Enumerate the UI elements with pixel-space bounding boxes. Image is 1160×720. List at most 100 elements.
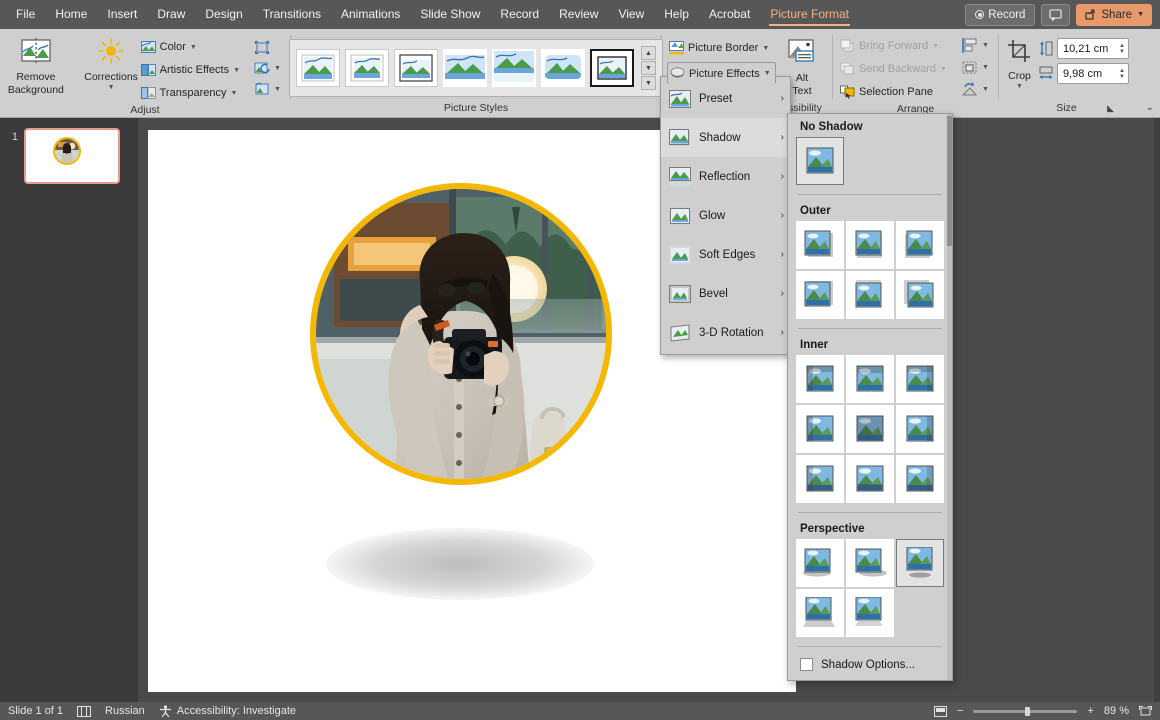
shadow-thumb-icon (904, 230, 936, 260)
artistic-effects-button[interactable]: Artistic Effects ▼ (139, 59, 244, 81)
remove-background-button[interactable]: Remove Background (5, 34, 67, 97)
fx-menu-item-soft-edges[interactable]: Soft Edges › (661, 235, 790, 274)
align-button[interactable]: ▼ (959, 36, 993, 55)
record-button[interactable]: Record (965, 4, 1035, 26)
shadow-option-outer[interactable] (846, 221, 894, 269)
tab-draw[interactable]: Draw (147, 2, 195, 27)
picture-object[interactable] (310, 183, 612, 485)
shadow-option-perspective[interactable] (796, 539, 844, 587)
change-picture-button[interactable]: ▼ (252, 80, 285, 98)
size-dialog-launcher[interactable]: ◣ (1107, 103, 1114, 114)
fx-menu-item-bevel[interactable]: Bevel › (661, 274, 790, 313)
zoom-in-button[interactable]: + (1087, 705, 1093, 717)
tab-picture-format[interactable]: Picture Format (760, 2, 859, 27)
picture-styles-gallery[interactable]: ▲ ▼ ▼ (289, 39, 663, 97)
shadow-option-no-shadow[interactable] (796, 137, 844, 185)
tab-design[interactable]: Design (195, 2, 252, 27)
share-button[interactable]: Share ▼ (1076, 4, 1152, 26)
tab-review[interactable]: Review (549, 2, 608, 27)
width-spinner[interactable]: ▲▼ (1119, 68, 1125, 80)
picture-border-button[interactable]: Picture Border ▼ (667, 37, 773, 59)
shadow-option-inner[interactable] (796, 355, 844, 403)
shadow-option-inner[interactable] (796, 405, 844, 453)
language-label[interactable]: Russian (105, 705, 145, 717)
compress-pictures-button[interactable]: ▼ (252, 59, 285, 77)
picture-style-thumb[interactable] (296, 49, 340, 87)
fx-menu-item-preset[interactable]: Preset › (661, 79, 790, 118)
ribbon-collapse-button[interactable]: ⌄ (1146, 102, 1154, 113)
shadow-option-inner[interactable] (846, 455, 894, 503)
tab-transitions[interactable]: Transitions (253, 2, 331, 27)
shadow-option-inner[interactable] (896, 355, 944, 403)
crop-button[interactable]: Crop ▼ (1004, 35, 1035, 92)
bring-forward-button[interactable]: Bring Forward ▼ (838, 35, 951, 57)
record-label: Record (988, 9, 1025, 21)
picture-style-thumb[interactable] (345, 49, 389, 87)
shadow-option-outer[interactable] (846, 271, 894, 319)
send-backward-button[interactable]: Send Backward ▼ (838, 58, 951, 80)
accessibility-status[interactable]: Accessibility: Investigate (159, 705, 296, 717)
shadow-option-perspective[interactable] (846, 589, 894, 637)
group-objects-button[interactable]: ▼ (959, 58, 993, 77)
shadow-option-outer[interactable] (896, 271, 944, 319)
picture-style-thumb-selected[interactable] (590, 49, 634, 87)
tab-animations[interactable]: Animations (331, 2, 410, 27)
selection-pane-icon (840, 85, 855, 99)
shadow-option-inner[interactable] (796, 455, 844, 503)
gallery-scroll-down-button[interactable]: ▼ (641, 61, 656, 75)
zoom-out-button[interactable]: − (957, 705, 963, 717)
shadow-option-inner[interactable] (896, 405, 944, 453)
shadow-option-perspective[interactable] (796, 589, 844, 637)
picture-styles-scroll[interactable]: ▲ ▼ ▼ (641, 46, 656, 90)
transparency-button[interactable]: Transparency ▼ (139, 82, 244, 104)
fit-slide-icon[interactable] (1139, 705, 1152, 717)
shadow-option-inner[interactable] (896, 455, 944, 503)
shadow-option-inner[interactable] (846, 355, 894, 403)
corrections-button[interactable]: Corrections ▼ (84, 34, 139, 93)
shadow-option-outer[interactable] (796, 221, 844, 269)
reset-picture-button[interactable] (252, 38, 285, 56)
notes-icon[interactable] (77, 706, 91, 717)
normal-view-icon[interactable] (934, 706, 947, 717)
picture-style-thumb[interactable] (492, 49, 536, 87)
tab-view[interactable]: View (608, 2, 654, 27)
shape-width-input[interactable]: 9,98 cm ▲▼ (1057, 63, 1129, 84)
gallery-scroll-up-button[interactable]: ▲ (641, 46, 656, 60)
preset-icon (669, 90, 691, 108)
fx-menu-item-reflection[interactable]: Reflection › (661, 157, 790, 196)
shadow-option-inner[interactable] (846, 405, 894, 453)
slide-list-item-1[interactable]: 1 (0, 118, 138, 184)
fx-menu-item-glow[interactable]: Glow › (661, 196, 790, 235)
canvas-vertical-scrollbar[interactable] (1154, 118, 1160, 702)
shape-height-input[interactable]: 10,21 cm ▲▼ (1057, 38, 1129, 59)
shadow-gallery-scrollbar[interactable] (947, 114, 952, 680)
slide-thumbnail-panel: 1 (0, 118, 138, 702)
tab-slide-show[interactable]: Slide Show (410, 2, 490, 27)
picture-effects-button[interactable]: Picture Effects ▼ (667, 62, 776, 84)
fx-menu-item-3d-rotation[interactable]: 3-D Rotation › (661, 313, 790, 352)
rotate-button[interactable]: ▼ (959, 80, 993, 99)
picture-style-thumb[interactable] (541, 49, 585, 87)
comments-button[interactable] (1041, 4, 1070, 26)
height-spinner[interactable]: ▲▼ (1119, 43, 1125, 55)
tab-record[interactable]: Record (490, 2, 549, 27)
selection-pane-button[interactable]: Selection Pane (838, 81, 951, 103)
shadow-option-outer[interactable] (796, 271, 844, 319)
tab-insert[interactable]: Insert (97, 2, 147, 27)
tab-home[interactable]: Home (45, 2, 97, 27)
fx-menu-item-shadow[interactable]: Shadow › (661, 118, 790, 157)
shadow-options-item[interactable]: Shadow Options... (788, 650, 952, 680)
gallery-more-button[interactable]: ▼ (641, 76, 656, 90)
tab-acrobat[interactable]: Acrobat (699, 2, 760, 27)
shadow-option-outer[interactable] (896, 221, 944, 269)
slide-thumbnail[interactable] (24, 128, 120, 184)
picture-style-thumb[interactable] (443, 49, 487, 87)
divider (798, 646, 942, 647)
tab-help[interactable]: Help (654, 2, 699, 27)
shadow-option-perspective[interactable] (846, 539, 894, 587)
shadow-option-perspective-selected[interactable] (896, 539, 944, 587)
zoom-slider[interactable] (973, 710, 1077, 713)
tab-file[interactable]: File (6, 2, 45, 27)
picture-style-thumb[interactable] (394, 49, 438, 87)
color-button[interactable]: Color ▼ (139, 36, 244, 58)
